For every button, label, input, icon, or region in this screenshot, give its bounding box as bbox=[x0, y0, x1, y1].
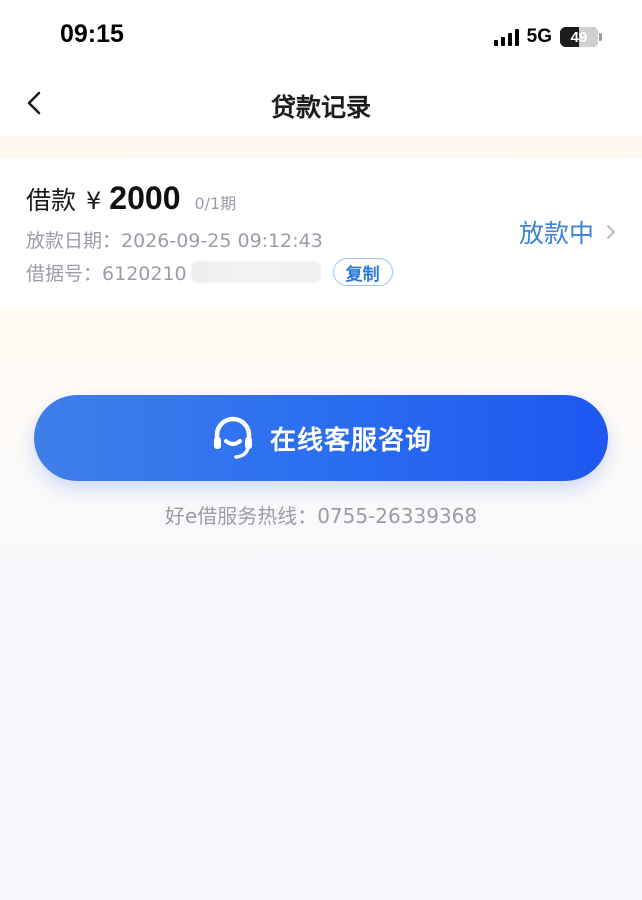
service-hotline[interactable]: 好e借服务热线：0755-26339368 bbox=[0, 500, 642, 529]
status-time: 09:15 bbox=[60, 20, 124, 48]
battery-icon: 49 bbox=[560, 27, 602, 47]
copy-button[interactable]: 复制 bbox=[332, 258, 393, 286]
loan-status-link[interactable]: 放款中 bbox=[519, 214, 616, 250]
loan-date-value: 2026-09-25 09:12:43 bbox=[121, 230, 323, 252]
loan-term: 0/1期 bbox=[194, 194, 237, 213]
loan-id-row: 借据号：6120210 复制 bbox=[26, 258, 393, 286]
loan-status: 放款中 bbox=[518, 219, 594, 248]
online-consult-label: 在线客服咨询 bbox=[269, 425, 432, 456]
headset-icon bbox=[213, 416, 252, 459]
currency-symbol: ¥ bbox=[86, 187, 102, 215]
loan-id-label: 借据号： bbox=[26, 262, 103, 285]
loan-record-card[interactable]: 借款 ¥ 2000 0/1期 放款日期：2026-09-25 09:12:43 … bbox=[0, 158, 642, 308]
status-indicators: 5G 49 bbox=[493, 26, 602, 48]
network-label: 5G bbox=[526, 26, 552, 47]
loan-date-label: 放款日期： bbox=[26, 230, 122, 252]
battery-level-text: 49 bbox=[570, 28, 588, 46]
loan-id: 借据号：6120210 bbox=[26, 259, 187, 286]
loan-date: 放款日期：2026-09-25 09:12:43 bbox=[26, 226, 323, 253]
online-consult-button[interactable]: 在线客服咨询 bbox=[34, 395, 608, 481]
loan-label: 借款 bbox=[26, 186, 77, 215]
redacted-text bbox=[190, 261, 321, 283]
signal-bars-icon bbox=[493, 28, 519, 46]
loan-header: 借款 ¥ 2000 0/1期 bbox=[26, 180, 236, 217]
page-title: 贷款记录 bbox=[270, 93, 371, 122]
nav-bar: 贷款记录 bbox=[0, 70, 642, 136]
loan-amount: 2000 bbox=[109, 180, 181, 216]
status-bar: 09:15 5G 49 bbox=[0, 0, 642, 70]
loan-id-value: 6120210 bbox=[102, 262, 187, 285]
chevron-right-icon bbox=[606, 224, 616, 240]
